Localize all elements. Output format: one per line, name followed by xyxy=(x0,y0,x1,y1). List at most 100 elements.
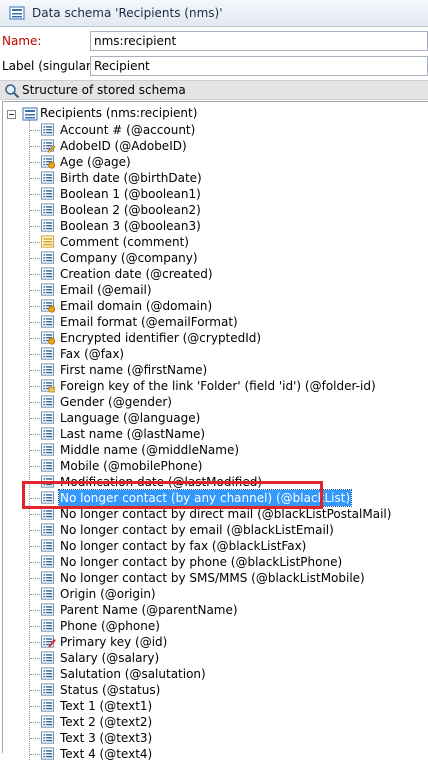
attribute-icon xyxy=(41,251,55,264)
attribute-icon xyxy=(41,651,55,664)
tree-item[interactable]: Phone (@phone) xyxy=(0,618,428,634)
tree-item[interactable]: Account # (@account) xyxy=(0,122,428,138)
window-title: Data schema 'Recipients (nms)' xyxy=(32,6,223,20)
tree-item[interactable]: Text 2 (@text2) xyxy=(0,714,428,730)
tree-guide-line xyxy=(30,562,40,563)
tree-guide-line xyxy=(30,450,40,451)
tree-item[interactable]: Foreign key of the link 'Folder' (field … xyxy=(0,378,428,394)
attribute-icon xyxy=(41,395,55,408)
tree-item[interactable]: Salary (@salary) xyxy=(0,650,428,666)
attribute-icon xyxy=(41,571,55,584)
attribute-icon xyxy=(41,475,55,488)
schema-icon xyxy=(9,6,25,20)
tree-item[interactable]: No longer contact by SMS/MMS (@blackList… xyxy=(0,570,428,586)
label-singular-field[interactable]: Recipient xyxy=(90,56,428,76)
attribute-icon xyxy=(41,267,55,280)
tree-guide-line xyxy=(30,706,40,707)
computed-attribute-icon xyxy=(41,331,56,345)
tree-item-label: Foreign key of the link 'Folder' (field … xyxy=(60,379,376,393)
tree-item-label: Salary (@salary) xyxy=(60,651,160,665)
attribute-icon xyxy=(41,699,55,712)
structure-header: Structure of stored schema xyxy=(0,80,428,100)
tree-item[interactable]: Creation date (@created) xyxy=(0,266,428,282)
magnifier-icon xyxy=(5,84,20,99)
name-field[interactable]: nms:recipient xyxy=(90,31,428,51)
tree-guide-line xyxy=(30,402,40,403)
tree-item-label: Phone (@phone) xyxy=(60,619,160,633)
structure-header-label: Structure of stored schema xyxy=(22,83,186,97)
tree-guide-line xyxy=(30,594,40,595)
tree-item[interactable]: Parent Name (@parentName) xyxy=(0,602,428,618)
attribute-icon xyxy=(41,491,55,504)
attribute-icon xyxy=(41,507,55,520)
tree-guide-line xyxy=(30,290,40,291)
foreign-key-icon xyxy=(41,379,55,393)
attribute-icon xyxy=(41,539,55,552)
tree-item[interactable]: Middle name (@middleName) xyxy=(0,442,428,458)
tree-item[interactable]: No longer contact (by any channel) (@bla… xyxy=(0,489,428,507)
tree-guide-line xyxy=(30,578,40,579)
tree-item-label: Email domain (@domain) xyxy=(60,299,213,313)
tree-item-label: No longer contact (by any channel) (@bla… xyxy=(57,489,353,507)
tree-guide-line xyxy=(30,322,40,323)
tree-item[interactable]: Company (@company) xyxy=(0,250,428,266)
tree-guide-line xyxy=(30,498,40,499)
tree-item[interactable]: Status (@status) xyxy=(0,682,428,698)
tree-item-label: Origin (@origin) xyxy=(60,587,156,601)
name-label: Name: xyxy=(2,34,42,48)
tree-item-label: No longer contact by fax (@blackListFax) xyxy=(60,539,307,553)
tree-guide-line xyxy=(30,690,40,691)
tree-item[interactable]: Age (@age) xyxy=(0,154,428,170)
tree-guide-line xyxy=(30,434,40,435)
tree-item-label: No longer contact by direct mail (@black… xyxy=(60,507,392,521)
attribute-icon xyxy=(41,747,55,760)
tree-item[interactable]: Birth date (@birthDate) xyxy=(0,170,428,186)
tree-item[interactable]: Last name (@lastName) xyxy=(0,426,428,442)
tree-item[interactable]: Modification date (@lastModified) xyxy=(0,474,428,490)
tree-item-label: Email format (@emailFormat) xyxy=(60,315,238,329)
tree-item[interactable]: Email format (@emailFormat) xyxy=(0,314,428,330)
tree-item-label: Creation date (@created) xyxy=(60,267,213,281)
tree-item-label: No longer contact by email (@blackListEm… xyxy=(60,523,334,537)
tree-item[interactable]: Encrypted identifier (@cryptedId) xyxy=(0,330,428,346)
tree-item[interactable]: Comment (comment) xyxy=(0,234,428,250)
tree-item[interactable]: Text 1 (@text1) xyxy=(0,698,428,714)
tree-item-label: First name (@firstName) xyxy=(60,363,208,377)
tree-guide-line xyxy=(30,674,40,675)
attribute-icon xyxy=(41,315,55,328)
element-icon xyxy=(41,235,55,248)
tree-item[interactable]: Boolean 2 (@boolean2) xyxy=(0,202,428,218)
tree-item[interactable]: Email (@email) xyxy=(0,282,428,298)
tree-guide-line xyxy=(30,130,40,131)
tree-guide-line xyxy=(30,722,40,723)
tree-item[interactable]: Language (@language) xyxy=(0,410,428,426)
tree-item[interactable]: First name (@firstName) xyxy=(0,362,428,378)
tree-item-label: Boolean 1 (@boolean1) xyxy=(60,187,201,201)
tree-item[interactable]: Salutation (@salutation) xyxy=(0,666,428,682)
tree-item[interactable]: Text 4 (@text4) xyxy=(0,746,428,762)
tree-item[interactable]: No longer contact by email (@blackListEm… xyxy=(0,522,428,538)
tree-item[interactable]: Fax (@fax) xyxy=(0,346,428,362)
tree-item-label: No longer contact by phone (@blackListPh… xyxy=(60,555,343,569)
tree-guide-line xyxy=(30,466,40,467)
collapse-toggle[interactable] xyxy=(7,110,16,119)
tree-item-label: Age (@age) xyxy=(60,155,131,169)
tree-item[interactable]: Boolean 1 (@boolean1) xyxy=(0,186,428,202)
tree-guide-line xyxy=(30,162,40,163)
attribute-icon xyxy=(41,123,55,136)
tree-item[interactable]: Origin (@origin) xyxy=(0,586,428,602)
tree-item[interactable]: No longer contact by phone (@blackListPh… xyxy=(0,554,428,570)
tree-item[interactable]: Primary key (@id) xyxy=(0,634,428,650)
attribute-icon xyxy=(41,731,55,744)
tree-item[interactable]: Mobile (@mobilePhone) xyxy=(0,458,428,474)
tree-item[interactable]: Email domain (@domain) xyxy=(0,298,428,314)
tree-item[interactable]: AdobeID (@AdobeID) xyxy=(0,138,428,154)
tree-item[interactable]: Gender (@gender) xyxy=(0,394,428,410)
tree-item[interactable]: Text 3 (@text3) xyxy=(0,730,428,746)
tree-item-label: Text 3 (@text3) xyxy=(60,731,153,745)
tree-item[interactable]: No longer contact by direct mail (@black… xyxy=(0,506,428,522)
tree-item[interactable]: Boolean 3 (@boolean3) xyxy=(0,218,428,234)
tree-root-label[interactable]: Recipients (nms:recipient) xyxy=(40,106,197,120)
attribute-icon xyxy=(41,363,55,376)
tree-item[interactable]: No longer contact by fax (@blackListFax) xyxy=(0,538,428,554)
